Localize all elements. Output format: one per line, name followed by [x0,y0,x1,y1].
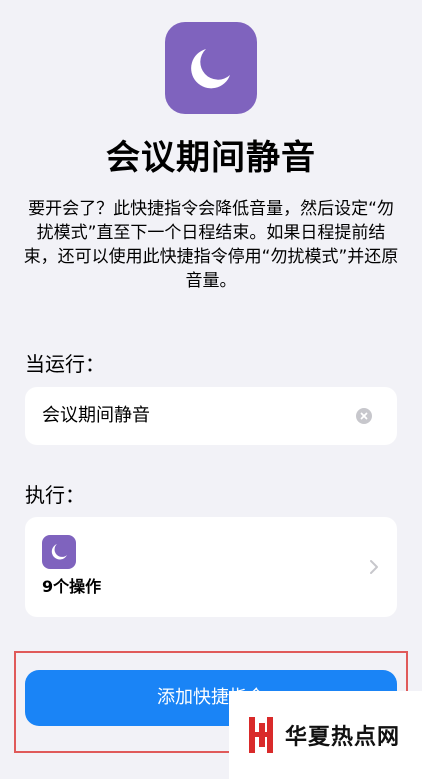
execute-label: 执行： [25,483,85,507]
moon-icon [165,22,257,114]
watermark-logo [249,715,275,755]
moon-icon [42,535,76,569]
when-run-label: 当运行： [25,352,105,376]
when-run-value: 会议期间静音 [42,405,150,426]
shortcut-setup-screen: 会议期间静音 要开会了？此快捷指令会降低音量，然后设定“勿扰模式”直至下一个日程… [0,0,422,779]
actions-count: 9个操作 [42,577,102,596]
watermark-text: 华夏热点网 [285,725,401,750]
actions-card[interactable]: 9个操作 [25,517,397,617]
chevron-right-icon [370,560,378,574]
shortcut-description: 要开会了？此快捷指令会降低音量，然后设定“勿扰模式”直至下一个日程结束。如果日程… [23,199,399,291]
when-run-field[interactable]: 会议期间静音 [25,387,397,445]
shortcut-title: 会议期间静音 [106,138,316,178]
clear-icon[interactable] [356,408,372,424]
watermark: 华夏热点网 [229,691,422,779]
